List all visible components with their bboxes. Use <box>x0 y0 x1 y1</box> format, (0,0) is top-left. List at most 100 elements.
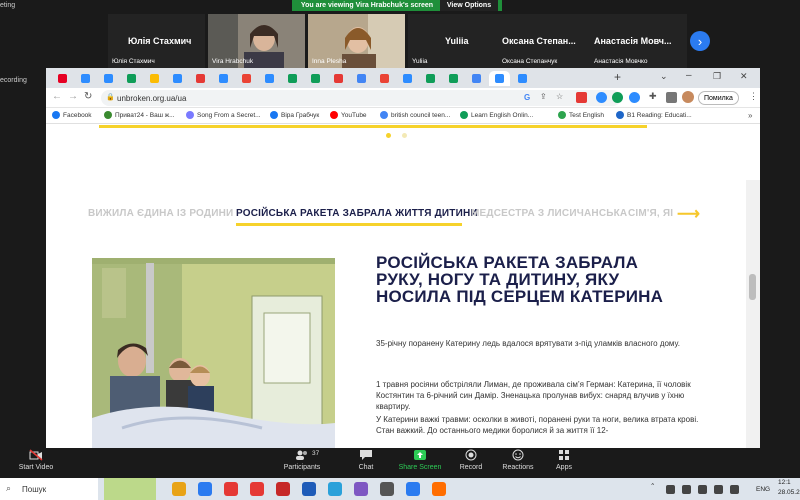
participants-button[interactable]: Participants <box>272 449 332 471</box>
taskbar-app-icon[interactable] <box>198 482 212 496</box>
zoom-extension-icon[interactable] <box>596 92 607 103</box>
browser-tab[interactable] <box>98 71 119 86</box>
bookmark-item[interactable]: Віра Грабчук <box>270 111 319 119</box>
browser-tab[interactable] <box>443 71 464 86</box>
browser-tab[interactable] <box>52 71 73 86</box>
participant-tile[interactable]: Оксана Степан... Оксана Степанчук <box>498 14 595 68</box>
browser-tab[interactable] <box>374 71 395 86</box>
story-tab[interactable]: ВИЖИЛА ЄДИНА ІЗ РОДИНИ <box>88 208 233 219</box>
tray-chevron-icon[interactable]: ⌃ <box>650 482 655 490</box>
taskbar-app-icon[interactable] <box>380 482 394 496</box>
browser-tab[interactable] <box>75 71 96 86</box>
taskbar-app-icon[interactable] <box>224 482 238 496</box>
browser-tab[interactable] <box>259 71 280 86</box>
browser-tab[interactable] <box>144 71 165 86</box>
google-icon[interactable]: G <box>524 93 530 102</box>
side-panel-icon[interactable] <box>666 92 677 103</box>
error-button[interactable]: Помилка <box>698 91 739 105</box>
participant-video-tile[interactable]: Vira Hrabchuk <box>208 14 305 68</box>
carousel-dot-active[interactable] <box>386 133 391 138</box>
tray-icon[interactable] <box>698 485 707 494</box>
extension-icon[interactable] <box>612 92 623 103</box>
back-icon[interactable]: ← <box>52 91 62 102</box>
language-indicator[interactable]: ENG <box>756 486 770 493</box>
browser-tab[interactable] <box>305 71 326 86</box>
share-icon[interactable]: ⇪ <box>540 92 547 101</box>
tray-icon[interactable] <box>666 485 675 494</box>
browser-tab[interactable] <box>420 71 441 86</box>
browser-tab[interactable] <box>512 71 533 86</box>
restore-icon[interactable]: ❐ <box>713 71 721 82</box>
bookmark-item[interactable]: YouTube <box>330 111 367 119</box>
bookmark-item[interactable]: B1 Reading: Educati... <box>616 111 692 119</box>
taskbar-app-icon[interactable] <box>432 482 446 496</box>
error-button-label: Помилка <box>704 94 733 102</box>
smiley-icon <box>512 449 524 461</box>
arrow-right-icon[interactable]: ⟶ <box>677 204 700 224</box>
star-icon[interactable]: ☆ <box>556 92 563 101</box>
menu-icon[interactable]: ⋮ <box>749 91 758 102</box>
bookmark-icon <box>558 111 566 119</box>
browser-tab[interactable] <box>489 71 510 86</box>
reload-icon[interactable]: ↻ <box>84 91 92 102</box>
taskbar-app-icon[interactable] <box>302 482 316 496</box>
bookmark-item[interactable]: Приват24 - Ваш ж... <box>104 111 175 119</box>
chat-button[interactable]: Chat <box>336 449 396 471</box>
browser-tab[interactable] <box>167 71 188 86</box>
bookmark-item[interactable]: Song From a Secret... <box>186 111 261 119</box>
avatar[interactable] <box>682 91 694 103</box>
browser-tab[interactable] <box>236 71 257 86</box>
next-page-button[interactable]: › <box>690 31 710 51</box>
story-tab[interactable]: МЕДСЕСТРА З ЛИСИЧАНСЬКА <box>471 208 627 219</box>
bookmark-icon <box>52 111 60 119</box>
weather-widget-icon[interactable] <box>104 478 156 500</box>
participant-tile[interactable]: Юлія Стахмич Юлія Стахмич <box>108 14 205 68</box>
carousel-dot[interactable] <box>402 133 407 138</box>
scrollbar-thumb[interactable] <box>749 274 756 300</box>
browser-tab[interactable] <box>213 71 234 86</box>
scrollbar[interactable] <box>746 180 760 448</box>
participant-tile[interactable]: Yuliia Yuliia <box>408 14 505 68</box>
browser-tab[interactable] <box>282 71 303 86</box>
bookmark-item[interactable]: Facebook <box>52 111 92 119</box>
more-bookmarks-icon[interactable]: » <box>748 111 752 120</box>
minimize-icon[interactable]: – <box>686 70 692 81</box>
view-options-button[interactable]: View Options <box>440 0 498 11</box>
browser-tab[interactable] <box>328 71 349 86</box>
bookmark-item[interactable]: Learn English Onlin... <box>460 111 533 119</box>
address-bar-row: ← → ↻ 🔒 unbroken.org.ua/ua G ⇪ ☆ ✚ Помил… <box>46 88 760 108</box>
new-tab-button[interactable]: + <box>614 70 621 84</box>
puzzle-icon[interactable]: ✚ <box>649 91 657 102</box>
start-video-button[interactable]: Start Video <box>6 449 66 471</box>
clock-time[interactable]: 12:1 <box>778 479 791 486</box>
tray-icon[interactable] <box>682 485 691 494</box>
story-tab[interactable]: СІМ'Я, ЯІ <box>628 208 673 219</box>
tray-icon[interactable] <box>730 485 739 494</box>
taskbar-app-icon[interactable] <box>250 482 264 496</box>
taskbar-app-icon[interactable] <box>406 482 420 496</box>
participant-video-tile[interactable]: Inna Plesha <box>308 14 405 68</box>
bookmark-item[interactable]: Test English <box>558 111 604 119</box>
participant-tile[interactable]: Анастасія Мовч... Анастасія Мовчко <box>590 14 687 68</box>
extension-icon[interactable] <box>629 92 640 103</box>
tray-icon[interactable] <box>714 485 723 494</box>
bookmark-item[interactable]: british council teen... <box>380 111 450 119</box>
browser-tab[interactable] <box>190 71 211 86</box>
taskbar-app-icon[interactable] <box>354 482 368 496</box>
apps-button[interactable]: Apps <box>534 449 594 471</box>
browser-tab[interactable] <box>397 71 418 86</box>
window-close-icon[interactable]: ✕ <box>740 71 748 82</box>
taskbar-app-icon[interactable] <box>172 482 186 496</box>
story-tab-active[interactable]: РОСІЙСЬКА РАКЕТА ЗАБРАЛА ЖИТТЯ ДИТИНИ <box>236 208 478 219</box>
browser-tab[interactable] <box>351 71 372 86</box>
browser-tab[interactable] <box>121 71 142 86</box>
clock-date[interactable]: 28.05.2 <box>778 489 800 496</box>
chat-icon <box>360 450 372 460</box>
forward-icon[interactable]: → <box>68 91 78 102</box>
taskbar-app-icon[interactable] <box>328 482 342 496</box>
taskbar-search[interactable]: ⌕ Пошук <box>0 478 98 500</box>
taskbar-app-icon[interactable] <box>276 482 290 496</box>
tab-search-icon[interactable]: ⌄ <box>660 71 668 82</box>
adblock-icon[interactable] <box>576 92 587 103</box>
browser-tab[interactable] <box>466 71 487 86</box>
